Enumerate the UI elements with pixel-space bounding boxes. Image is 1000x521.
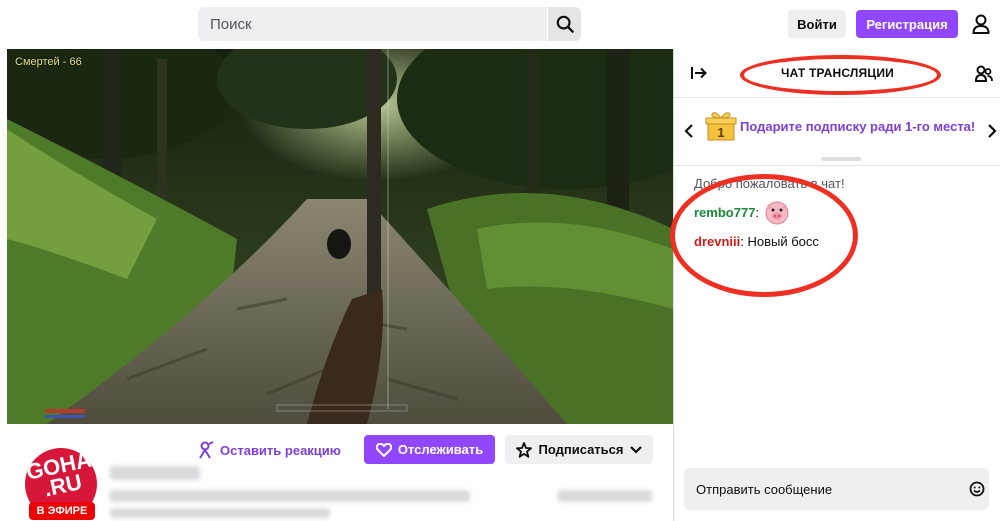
- heart-icon: [375, 442, 392, 457]
- login-button[interactable]: Войти: [788, 10, 846, 38]
- follow-label: Отслеживать: [397, 442, 484, 457]
- search-box: [198, 7, 581, 41]
- avatar-logo: GOHA .RU: [25, 448, 94, 502]
- follow-button[interactable]: Отслеживать: [364, 435, 495, 464]
- drag-handle[interactable]: [821, 157, 861, 161]
- death-counter: Смертей - 66: [15, 56, 82, 68]
- chat-input-box: [684, 468, 989, 510]
- video-player[interactable]: Смертей - 66: [7, 49, 673, 424]
- chat-header: ЧАТ ТРАНСЛЯЦИИ: [674, 49, 1000, 98]
- search-button[interactable]: [547, 7, 581, 41]
- chat-panel: ЧАТ ТРАНСЛЯЦИИ 1 Подарите подписку ради …: [670, 49, 1000, 521]
- leave-reaction-button[interactable]: Оставить реакцию: [198, 436, 341, 464]
- hud-health: [45, 409, 85, 413]
- community-icon[interactable]: [975, 65, 993, 83]
- chevron-left-icon[interactable]: [684, 124, 694, 138]
- viewer-count-blurred: [558, 490, 652, 502]
- subscribe-button[interactable]: Подписаться: [505, 435, 653, 464]
- channel-category-blurred: [110, 508, 330, 518]
- user-icon[interactable]: [970, 13, 992, 35]
- top-navigation-bar: Войти Регистрация: [0, 0, 1000, 49]
- game-scene: [7, 49, 673, 424]
- channel-info-bar: GOHA .RU В ЭФИРЕ Оставить реакцию Отслеж…: [0, 424, 673, 521]
- chat-message-input[interactable]: [684, 468, 954, 510]
- chevron-right-icon[interactable]: [987, 124, 997, 138]
- creature: [327, 229, 351, 259]
- annotation-circle: [740, 55, 941, 95]
- gift-badge-number: 1: [717, 125, 724, 140]
- search-icon: [556, 15, 574, 33]
- gift-sub-promo: 1 Подарите подписку ради 1-го места!: [674, 98, 1000, 164]
- reaction-icon: [199, 441, 214, 459]
- star-icon: [516, 441, 533, 458]
- channel-name-blurred: [110, 466, 200, 480]
- chevron-down-icon: [629, 445, 642, 454]
- gift-icon: 1: [705, 112, 737, 141]
- live-badge: В ЭФИРЕ: [29, 502, 95, 520]
- hud-magic: [45, 415, 85, 418]
- leave-reaction-label: Оставить реакцию: [220, 442, 341, 458]
- gift-sub-promo-text[interactable]: Подарите подписку ради 1-го места!: [740, 119, 975, 134]
- register-button[interactable]: Регистрация: [856, 10, 958, 38]
- annotation-circle: [670, 174, 858, 297]
- divider: [674, 165, 1000, 166]
- subscribe-label: Подписаться: [538, 442, 624, 457]
- emoji-picker-icon[interactable]: [969, 481, 985, 497]
- channel-title-blurred: [110, 490, 470, 502]
- search-input[interactable]: [198, 7, 545, 41]
